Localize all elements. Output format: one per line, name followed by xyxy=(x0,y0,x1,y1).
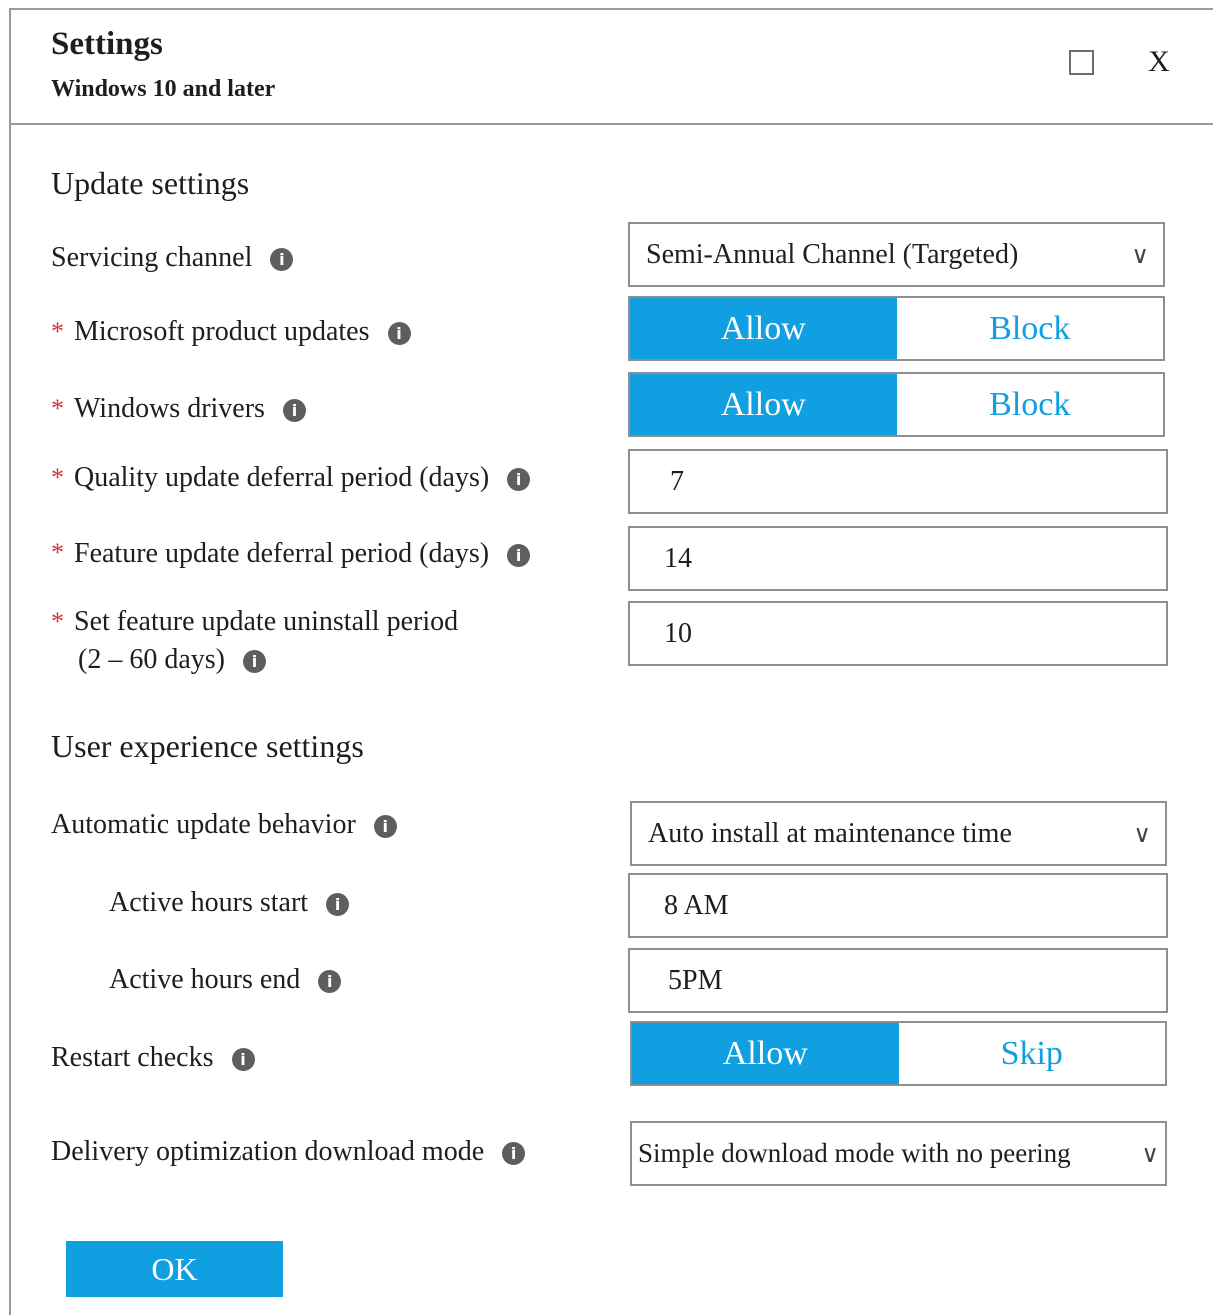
chevron-down-icon: ∨ xyxy=(1133,819,1151,848)
window-title: Settings xyxy=(51,26,163,62)
active-hours-start-input[interactable]: 8 AM xyxy=(628,873,1168,938)
quality-deferral-label: Quality update deferral period (days) i xyxy=(74,461,531,495)
feature-deferral-input[interactable]: 14 xyxy=(628,526,1168,591)
required-marker: * xyxy=(51,607,64,636)
feature-uninstall-label: Set feature update uninstall period xyxy=(74,606,459,637)
maximize-button[interactable] xyxy=(1069,50,1094,75)
allow-option[interactable]: Allow xyxy=(630,374,897,435)
block-option[interactable]: Block xyxy=(897,298,1164,359)
header-divider xyxy=(9,123,1213,125)
microsoft-product-updates-label: Microsoft product updates i xyxy=(74,315,411,349)
info-icon[interactable]: i xyxy=(318,970,342,994)
servicing-channel-select[interactable]: Semi-Annual Channel (Targeted) ∨ xyxy=(628,222,1165,287)
restart-checks-toggle: Allow Skip xyxy=(630,1021,1167,1086)
info-icon[interactable]: i xyxy=(242,650,266,674)
chevron-down-icon: ∨ xyxy=(1131,240,1149,269)
windows-drivers-label: Windows drivers i xyxy=(74,392,306,426)
info-icon[interactable]: i xyxy=(270,248,294,272)
automatic-update-behavior-label: Automatic update behavior i xyxy=(51,808,397,842)
required-marker: * xyxy=(51,538,64,567)
info-icon[interactable]: i xyxy=(507,544,531,568)
update-settings-heading: Update settings xyxy=(51,165,250,201)
feature-uninstall-label-range: (2 – 60 days) i xyxy=(78,643,266,677)
close-button[interactable]: X xyxy=(1141,44,1177,80)
chevron-down-icon: ∨ xyxy=(1141,1139,1159,1168)
servicing-channel-label: Servicing channel i xyxy=(51,241,294,275)
info-icon[interactable]: i xyxy=(231,1048,255,1072)
required-marker: * xyxy=(51,394,64,423)
skip-option[interactable]: Skip xyxy=(899,1023,1166,1084)
active-hours-end-input[interactable]: 5PM xyxy=(628,948,1168,1013)
feature-deferral-label: Feature update deferral period (days) i xyxy=(74,537,531,571)
allow-option[interactable]: Allow xyxy=(632,1023,899,1084)
info-icon[interactable]: i xyxy=(507,468,531,492)
delivery-optimization-select[interactable]: Simple download mode with no peering ∨ xyxy=(630,1121,1167,1186)
user-experience-heading: User experience settings xyxy=(51,728,364,764)
required-marker: * xyxy=(51,317,64,346)
window-subtitle: Windows 10 and later xyxy=(51,76,276,102)
info-icon[interactable]: i xyxy=(326,893,350,917)
ok-button[interactable]: OK xyxy=(66,1241,283,1297)
required-marker: * xyxy=(51,463,64,492)
microsoft-product-updates-toggle: Allow Block xyxy=(628,296,1165,361)
info-icon[interactable]: i xyxy=(387,322,411,346)
active-hours-end-label: Active hours end i xyxy=(109,963,342,997)
feature-uninstall-input[interactable]: 10 xyxy=(628,601,1168,666)
windows-drivers-toggle: Allow Block xyxy=(628,372,1165,437)
automatic-update-behavior-select[interactable]: Auto install at maintenance time ∨ xyxy=(630,801,1167,866)
active-hours-start-label: Active hours start i xyxy=(109,886,350,920)
block-option[interactable]: Block xyxy=(897,374,1164,435)
info-icon[interactable]: i xyxy=(282,399,306,423)
info-icon[interactable]: i xyxy=(373,815,397,839)
delivery-optimization-label: Delivery optimization download mode i xyxy=(51,1135,526,1169)
allow-option[interactable]: Allow xyxy=(630,298,897,359)
info-icon[interactable]: i xyxy=(502,1142,526,1166)
quality-deferral-input[interactable]: 7 xyxy=(628,449,1168,514)
restart-checks-label: Restart checks i xyxy=(51,1041,255,1075)
